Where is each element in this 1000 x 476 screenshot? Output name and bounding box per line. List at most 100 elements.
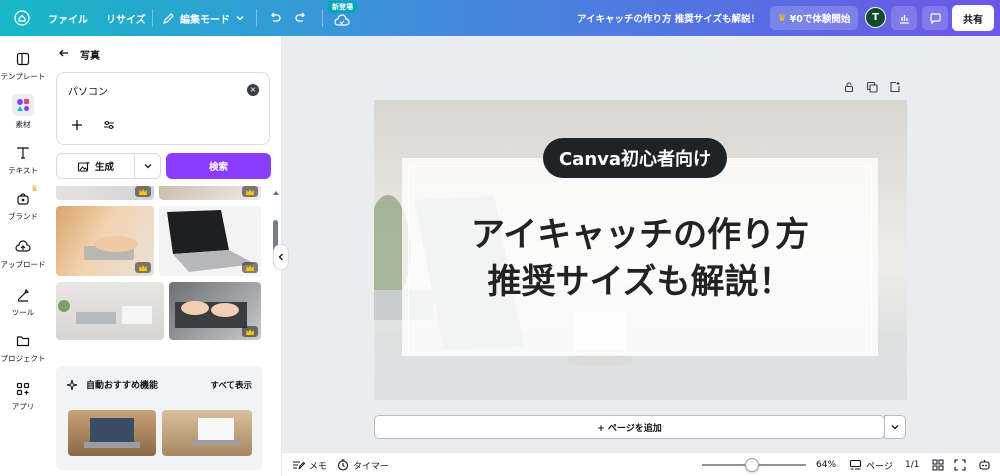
rail-label: 素材 [15, 120, 31, 129]
laptop-photo [192, 418, 240, 445]
page-tools [842, 80, 902, 94]
crown-icon [135, 262, 151, 273]
desk-photo [58, 300, 152, 324]
menu-file[interactable]: ファイル [48, 0, 88, 36]
bar-chart-icon [899, 14, 909, 24]
crown-icon [242, 326, 258, 337]
divider [152, 9, 153, 27]
collapse-panel-button[interactable] [273, 244, 289, 270]
document-title[interactable]: アイキャッチの作り方 推奨サイズも解説！ [560, 0, 760, 36]
timer-icon [337, 459, 349, 471]
grid-view-button[interactable] [932, 453, 944, 476]
cloud-check-icon [334, 14, 350, 26]
rail-label: アップロード [0, 260, 46, 269]
comment-button[interactable] [922, 6, 948, 30]
rail-item-elements[interactable]: 素材 [0, 94, 46, 130]
home-icon [14, 10, 30, 26]
chevron-down-icon [236, 16, 244, 21]
photo-thumbnail[interactable] [56, 186, 154, 200]
folder-icon [14, 332, 32, 350]
category-pill[interactable]: Canva初心者向け [543, 138, 727, 178]
timer-label: タイマー [353, 461, 390, 472]
undo-button[interactable] [268, 0, 282, 36]
edit-mode-dropdown[interactable]: 編集モード [162, 0, 245, 36]
zoom-slider-handle[interactable] [745, 458, 759, 472]
rail-item-brand[interactable]: ♛ ブランド [0, 184, 46, 222]
rail-item-apps[interactable]: アプリ [0, 380, 46, 412]
apps-icon [14, 380, 32, 398]
left-rail: テンプレート 素材 テキスト ♛ ブランド アップロード ツール プロジェクト … [0, 36, 46, 476]
notes-label: メモ [309, 461, 328, 472]
avatar[interactable]: T [865, 7, 886, 28]
auto-recommend-title: 自動おすすめ機能 [86, 381, 159, 391]
timer-button[interactable]: タイマー [337, 453, 389, 476]
panel-title: 写真 [80, 50, 100, 62]
pages-label: ページ [866, 461, 893, 472]
menu-resize[interactable]: リサイズ [106, 0, 146, 36]
search-input[interactable]: パソコン [68, 83, 108, 98]
crown-icon [242, 262, 258, 273]
page-count: 1/1 [905, 460, 920, 470]
zoom-level[interactable]: 64% [816, 453, 836, 476]
grid-icon [932, 459, 944, 471]
generate-dropdown[interactable] [135, 161, 160, 171]
photo-thumbnail[interactable] [56, 282, 164, 340]
photo-thumbnail[interactable] [159, 186, 261, 200]
clear-icon[interactable]: × [247, 84, 259, 96]
photo-thumbnail[interactable] [169, 282, 261, 340]
add-page-icon[interactable] [888, 80, 902, 94]
rail-label: ツール [11, 308, 35, 317]
search-box[interactable]: パソコン × [56, 72, 270, 145]
help-assistant-button[interactable] [978, 453, 991, 476]
redo-icon [295, 12, 305, 22]
bottom-bar: メモ タイマー 64% ページ 1/1 [282, 452, 1000, 476]
generate-main[interactable]: 生成 [57, 154, 135, 178]
top-bar: ファイル リサイズ 編集モード 新登場 アイキャッチの作り方 推奨サイズも解説！… [0, 0, 1000, 36]
text-icon [14, 144, 32, 162]
crown-icon [135, 186, 151, 197]
notes-button[interactable]: メモ [292, 453, 327, 476]
scroll-up-icon[interactable] [273, 188, 279, 199]
chevron-down-icon [144, 164, 151, 169]
expand-icon [954, 459, 966, 471]
add-icon[interactable] [71, 119, 83, 134]
insights-button[interactable] [891, 6, 917, 30]
photo-thumbnail[interactable] [56, 206, 154, 276]
photo-thumbnail[interactable] [159, 206, 261, 276]
notes-icon [293, 461, 305, 470]
pages-button[interactable]: ページ [849, 453, 893, 476]
rail-label: アプリ [11, 402, 35, 411]
add-page-button[interactable]: + ページを追加 [374, 415, 885, 439]
rail-item-uploads[interactable]: アップロード [0, 238, 46, 270]
rail-item-projects[interactable]: プロジェクト [0, 332, 46, 364]
sparkle-icon [66, 379, 78, 390]
recommended-photo[interactable] [162, 410, 252, 456]
tools-icon [14, 286, 32, 304]
headline-text[interactable]: アイキャッチの作り方 推奨サイズも解説！ [402, 212, 878, 306]
rail-label: プロジェクト [0, 354, 46, 363]
search-button[interactable]: 検索 [166, 153, 271, 179]
duplicate-icon[interactable] [865, 80, 879, 94]
home-button[interactable] [14, 0, 30, 36]
auto-recommend-header: 自動おすすめ機能 [66, 378, 158, 391]
redo-button[interactable] [294, 0, 308, 36]
add-page-dropdown[interactable] [884, 415, 906, 439]
filter-icon[interactable] [103, 119, 115, 134]
see-all-link[interactable]: すべて表示 [210, 379, 252, 391]
fullscreen-button[interactable] [954, 453, 966, 476]
rail-item-text[interactable]: テキスト [0, 144, 46, 176]
crown-icon: ♛ [31, 184, 39, 193]
back-arrow-icon[interactable] [58, 47, 70, 62]
rail-item-tools[interactable]: ツール [0, 286, 46, 318]
trial-button[interactable]: ♛ ¥0で体験開始 [770, 6, 858, 30]
share-button[interactable]: 共有 [952, 5, 994, 31]
recommended-photo[interactable] [68, 410, 156, 456]
generate-button[interactable]: 生成 [56, 153, 161, 179]
edit-mode-label: 編集モード [180, 14, 230, 26]
undo-icon [271, 12, 281, 22]
rail-item-templates[interactable]: テンプレート [0, 50, 46, 82]
design-page[interactable]: Canva初心者向け アイキャッチの作り方 推奨サイズも解説！ [374, 100, 907, 400]
cloud-save-button[interactable] [334, 3, 350, 39]
lock-icon[interactable] [842, 80, 856, 94]
headline-line-1: アイキャッチの作り方 [470, 215, 810, 255]
